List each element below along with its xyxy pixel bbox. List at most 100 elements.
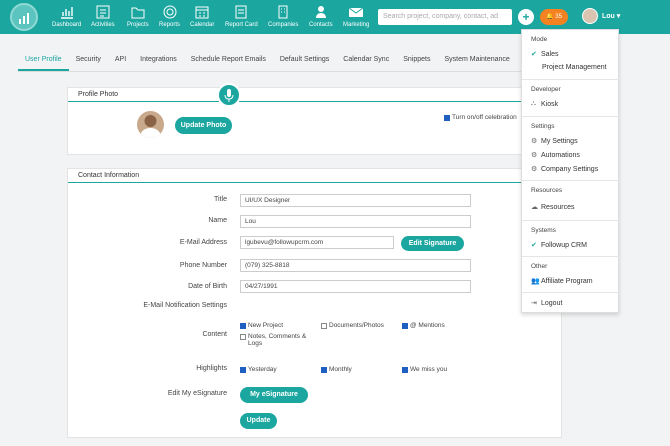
nav-label: Dashboard: [52, 22, 82, 28]
tab-system-maintenance[interactable]: System Maintenance: [437, 48, 516, 71]
menu-item-affiliate-program[interactable]: 👥 Affiliate Program: [531, 277, 593, 286]
menu-section-other: Other: [531, 263, 548, 270]
nav-label: Report Card: [225, 22, 258, 28]
menu-item-label: Logout: [541, 299, 563, 307]
divider: [522, 180, 620, 181]
target-icon: [163, 5, 176, 19]
menu-item-logout[interactable]: ⇥ Logout: [531, 299, 563, 308]
email-field[interactable]: lgubevu@followupcrm.com: [240, 236, 394, 249]
checkbox-label: Notes, Comments & Logs: [248, 333, 307, 347]
microphone-icon: [224, 89, 234, 102]
we-miss-you-checkbox[interactable]: We miss you: [402, 366, 447, 373]
menu-item-company-settings[interactable]: ⚙ Company Settings: [531, 165, 598, 174]
update-photo-button[interactable]: Update Photo: [175, 117, 232, 134]
monthly-checkbox[interactable]: Monthly: [321, 366, 352, 373]
new-project-checkbox[interactable]: New Project: [240, 322, 283, 329]
documents-photos-checkbox[interactable]: Documents/Photos: [321, 322, 384, 329]
calendar-icon: [195, 6, 209, 19]
tab-api[interactable]: API: [108, 48, 133, 71]
email-label: E-Mail Address: [179, 239, 227, 246]
nav-projects[interactable]: Projects: [127, 4, 149, 28]
nav-report-card[interactable]: Report Card: [225, 4, 258, 28]
divider: [522, 292, 620, 293]
menu-item-label: Resources: [541, 203, 575, 211]
notifications-badge[interactable]: 🔔 35: [540, 9, 568, 25]
nav-dashboard[interactable]: Dashboard: [52, 4, 81, 28]
menu-item-automations[interactable]: ⚙ Automations: [531, 151, 580, 160]
person-icon: [315, 6, 326, 18]
tab-default-settings[interactable]: Default Settings: [273, 48, 336, 71]
check-icon: ✔: [531, 51, 537, 58]
update-button[interactable]: Update: [240, 413, 277, 429]
nav-label: Projects: [127, 22, 149, 28]
add-button[interactable]: +: [518, 9, 534, 25]
name-field[interactable]: Lou: [240, 215, 471, 228]
tab-calendar-sync[interactable]: Calendar Sync: [336, 48, 396, 71]
dob-field[interactable]: 04/27/1991: [240, 280, 471, 293]
checkbox-label: Monthly: [329, 366, 352, 373]
tab-security[interactable]: Security: [69, 48, 108, 71]
search-input[interactable]: Search project, company, contact, ad: [378, 9, 512, 25]
menu-item-my-settings[interactable]: ⚙ My Settings: [531, 137, 578, 146]
nav-reports[interactable]: Reports: [159, 4, 180, 28]
menu-item-kiosk[interactable]: ⛬ Kiosk: [531, 100, 558, 108]
nav-activities[interactable]: Activities: [91, 4, 115, 28]
title-field[interactable]: UI/UX Designer: [240, 194, 471, 207]
menu-item-sales[interactable]: ✔ Sales: [531, 50, 559, 59]
checkbox[interactable]: [240, 323, 246, 329]
checkbox[interactable]: [444, 115, 450, 121]
nav-label: Activities: [91, 22, 115, 28]
app-logo[interactable]: [10, 3, 38, 31]
avatar[interactable]: [582, 8, 598, 24]
menu-item-resources[interactable]: ☁ Resources: [531, 203, 575, 212]
profile-photo-heading: Profile Photo: [68, 88, 536, 102]
menu-item-label: Automations: [541, 151, 580, 159]
edit-signature-button[interactable]: Edit Signature: [401, 236, 464, 251]
nav-label: Calendar: [190, 22, 215, 28]
title-label: Title: [214, 196, 227, 203]
celebration-toggle[interactable]: Turn on/off celebration: [444, 114, 517, 121]
content-label: Content: [202, 331, 227, 338]
nav-label: Contacts: [309, 22, 333, 28]
checkbox[interactable]: [402, 323, 408, 329]
menu-item-project-management[interactable]: Project Management: [542, 64, 607, 71]
checkbox[interactable]: [240, 367, 246, 373]
tab-integrations[interactable]: Integrations: [133, 48, 184, 71]
highlights-label: Highlights: [196, 365, 227, 372]
logout-icon: ⇥: [531, 300, 537, 307]
menu-item-followup-crm[interactable]: ✔ Followup CRM: [531, 241, 587, 250]
menu-item-label: My Settings: [541, 137, 578, 145]
checkbox[interactable]: [321, 367, 327, 373]
nav-marketing[interactable]: Marketing: [343, 4, 369, 28]
check-icon: ✔: [531, 242, 537, 249]
nav-calendar[interactable]: Calendar: [190, 4, 214, 28]
checkbox[interactable]: [402, 367, 408, 373]
tab-snippets[interactable]: Snippets: [396, 48, 437, 71]
nav-companies[interactable]: Companies: [268, 4, 298, 28]
menu-section-mode: Mode: [531, 36, 548, 43]
list-icon: [96, 5, 110, 19]
yesterday-checkbox[interactable]: Yesterday: [240, 366, 277, 373]
tab-user-profile[interactable]: User Profile: [18, 48, 69, 71]
tab-schedule-report-emails[interactable]: Schedule Report Emails: [184, 48, 273, 71]
nav-contacts[interactable]: Contacts: [309, 4, 333, 28]
notes-checkbox[interactable]: Notes, Comments & Logs: [240, 333, 310, 347]
bar-chart-icon: [60, 7, 73, 19]
users-icon: 👥: [531, 278, 540, 285]
cloud-icon: ☁: [531, 204, 538, 211]
esignature-label: Edit My eSignature: [167, 390, 227, 397]
contact-information-heading: Contact Information: [68, 169, 561, 183]
checkbox-label: Yesterday: [248, 366, 277, 373]
dob-label: Date of Birth: [188, 283, 227, 290]
menu-section-systems: Systems: [531, 227, 556, 234]
mentions-checkbox[interactable]: @ Mentions: [402, 322, 445, 329]
phone-field[interactable]: (079) 325-8818: [240, 259, 471, 272]
checkbox-label: New Project: [248, 322, 284, 329]
checkbox-label: Documents/Photos: [329, 322, 384, 329]
divider: [522, 256, 620, 257]
user-menu-toggle[interactable]: Lou ▾: [602, 12, 620, 20]
microphone-button[interactable]: [217, 83, 241, 107]
checkbox[interactable]: [240, 334, 246, 340]
checkbox[interactable]: [321, 323, 327, 329]
my-esignature-button[interactable]: My eSignature: [240, 387, 308, 403]
